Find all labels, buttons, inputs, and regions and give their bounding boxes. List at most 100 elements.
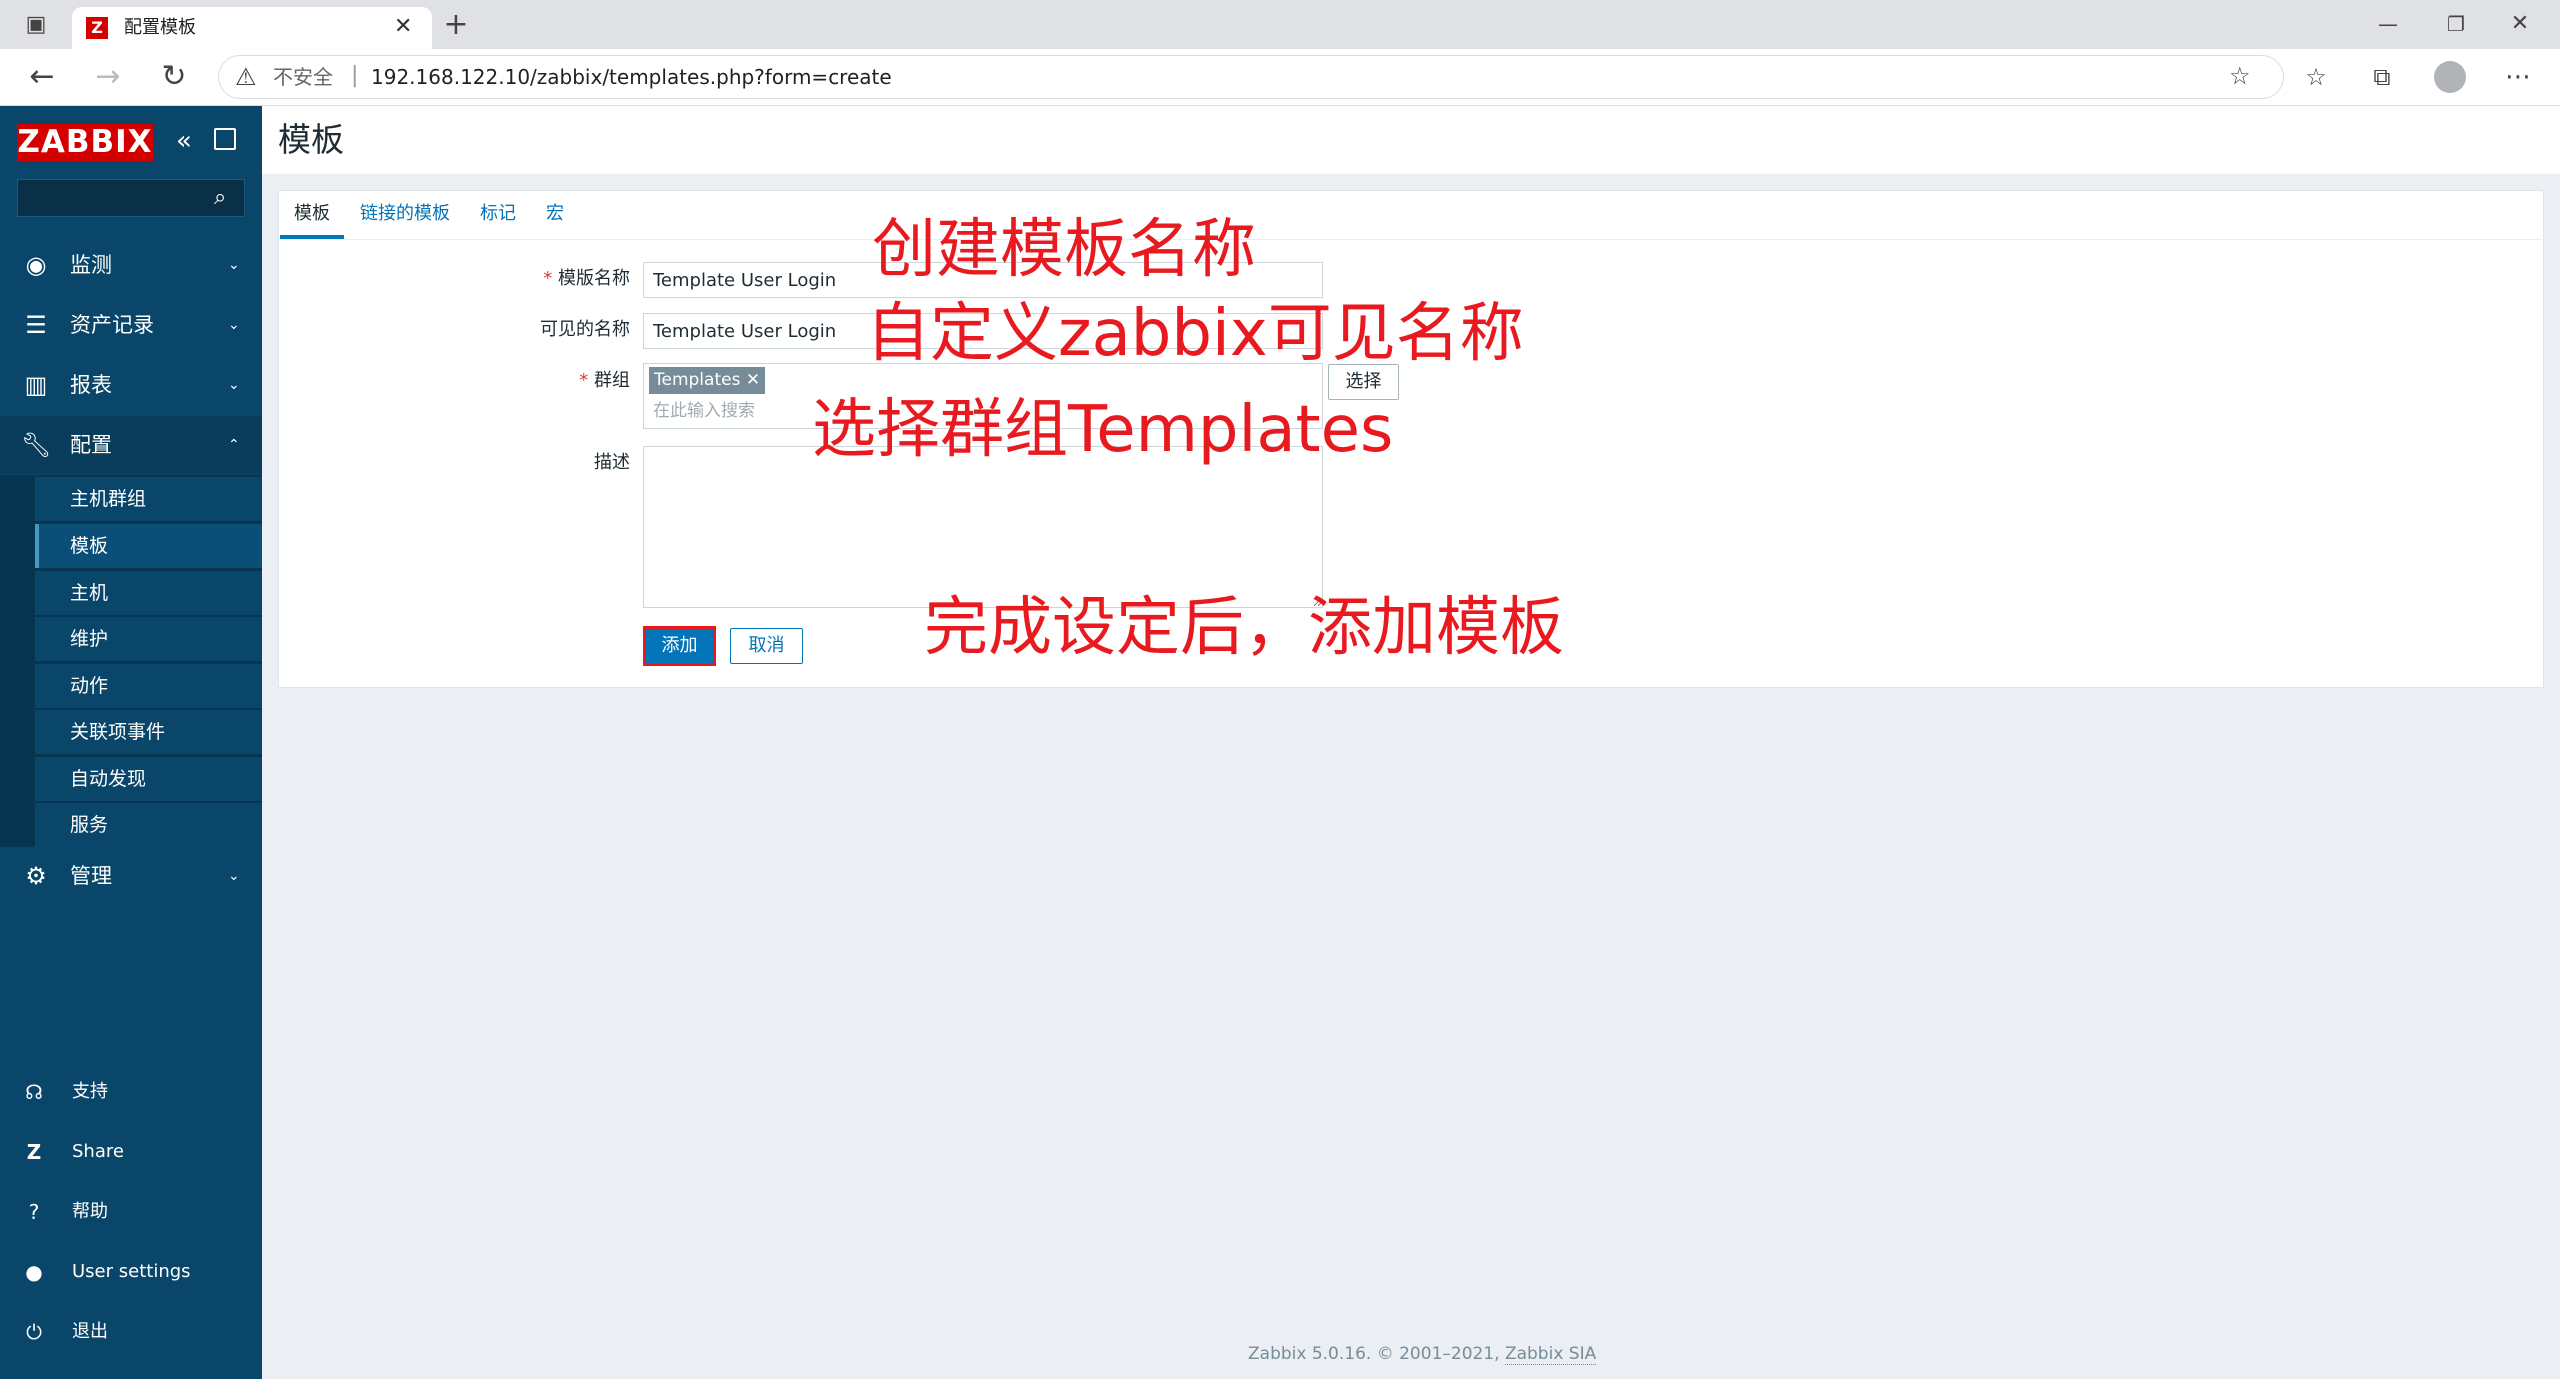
security-label[interactable]: 不安全 [273,65,333,89]
group-chip: Templates ✕ [649,367,766,394]
group-search-placeholder[interactable]: 在此输入搜索 [653,398,755,424]
favorites-icon[interactable]: ☆ [2294,55,2338,99]
submenu-actions[interactable]: 动作 [35,664,262,708]
footer-link[interactable]: Zabbix SIA [1504,1344,1597,1365]
chevron-down-icon: ⌄ [228,317,240,333]
submenu-host-groups[interactable]: 主机群组 [35,477,262,521]
maximize-icon[interactable]: ❐ [2436,2,2476,42]
close-window-icon[interactable]: ✕ [2500,2,2540,42]
forward-icon[interactable]: → [86,55,130,99]
nav-label: 管理 [70,864,112,888]
chevron-down-icon: ⌄ [228,257,240,273]
nav-label: Share [72,1141,124,1162]
nav-label: 配置 [70,433,112,457]
nav-label: User settings [72,1261,191,1282]
sidebar-search-input[interactable]: ⌕ [17,179,245,217]
nav-help[interactable]: ? 帮助 [0,1187,262,1237]
tab-separator [280,239,2542,240]
cancel-button[interactable]: 取消 [730,628,803,664]
nav-label: 支持 [72,1081,108,1102]
hide-sidebar-icon[interactable] [214,128,236,150]
gear-icon: ⚙ [25,862,47,890]
address-bar[interactable]: ⚠ 不安全 | 192.168.122.10/zabbix/templates.… [218,55,2284,99]
nav-monitoring[interactable]: ◉ 监测 ⌄ [0,236,262,294]
tab-title: 配置模板 [124,17,196,38]
annotation-group: 选择群组Templates [812,393,1394,467]
visible-name-label: 可见的名称 [540,319,630,340]
submenu-services[interactable]: 服务 [35,803,262,847]
minimize-icon[interactable]: — [2368,2,2408,42]
remove-chip-icon[interactable]: ✕ [746,370,760,390]
bar-chart-icon: ▥ [24,371,48,399]
required-marker: * [579,370,594,391]
eye-icon: ◉ [25,251,47,279]
chevron-down-icon: ⌄ [228,868,240,884]
nav-label: 退出 [72,1321,108,1342]
nav-sign-out[interactable]: ⏻ 退出 [0,1307,262,1357]
nav-user-settings[interactable]: ● User settings [0,1247,262,1297]
more-menu-icon[interactable]: ⋯ [2496,55,2540,99]
address-separator: | [351,63,359,88]
config-submenu: 主机群组 模板 主机 维护 动作 关联项事件 自动发现 服务 [0,475,262,847]
search-icon[interactable]: ⌕ [214,183,226,213]
question-icon: ? [28,1200,40,1224]
description-label: 描述 [594,452,630,473]
wrench-icon: 🔧︎ [20,431,52,459]
chevron-down-icon: ⌄ [228,377,240,393]
nav-reports[interactable]: ▥ 报表 ⌄ [0,356,262,414]
nav-label: 资产记录 [70,313,154,337]
warning-icon: ⚠ [235,63,257,91]
template-name-label-text: 模版名称 [558,268,630,289]
zabbix-logo[interactable]: ZABBIX [17,124,153,161]
tab-linked-templates[interactable]: 链接的模板 [360,199,450,229]
reload-icon[interactable]: ↻ [152,55,196,99]
list-icon: ☰ [25,311,47,339]
nav-configuration[interactable]: 🔧︎ 配置 ⌃ [0,416,262,474]
submenu-hosts[interactable]: 主机 [35,571,262,615]
page-header [262,106,2560,174]
close-tab-icon[interactable]: ✕ [394,13,412,41]
nav-support[interactable]: ☊ 支持 [0,1067,262,1117]
groups-label-text: 群组 [594,370,630,391]
submenu-maintenance[interactable]: 维护 [35,617,262,661]
back-icon[interactable]: ← [20,55,64,99]
url-text[interactable]: 192.168.122.10/zabbix/templates.php?form… [371,65,892,89]
collections-icon[interactable]: ⧉ [2360,55,2404,99]
collapse-sidebar-icon[interactable]: « [176,126,192,156]
nav-administration[interactable]: ⚙ 管理 ⌄ [0,847,262,905]
tab-actions-icon[interactable]: ▣ [16,3,56,47]
submenu-discovery[interactable]: 自动发现 [35,757,262,801]
favorite-add-icon[interactable]: ☆ [2229,62,2251,90]
browser-tab[interactable]: Z 配置模板 ✕ [72,7,432,49]
tab-tags[interactable]: 标记 [480,199,516,229]
user-icon: ● [25,1260,43,1284]
page-title: 模板 [278,120,344,159]
tab-macros[interactable]: 宏 [546,199,564,229]
group-chip-label: Templates [654,370,741,390]
chevron-up-icon: ⌃ [228,437,240,453]
nav-label: 帮助 [72,1201,108,1222]
footer-text: Zabbix 5.0.16. © 2001–2021, [1248,1344,1505,1364]
template-name-label: * 模版名称 [430,263,630,295]
headset-icon: ☊ [25,1080,43,1104]
required-marker: * [543,268,558,289]
nav-label: 监测 [70,253,112,277]
tab-template[interactable]: 模板 [294,199,330,229]
nav-inventory[interactable]: ☰ 资产记录 ⌄ [0,296,262,354]
annotation-add: 完成设定后，添加模板 [924,591,1564,665]
footer: Zabbix 5.0.16. © 2001–2021, Zabbix SIA [1248,1344,1597,1365]
zabbix-share-icon: Z [26,1140,42,1164]
nav-share[interactable]: Z Share [0,1127,262,1177]
new-tab-icon[interactable]: + [436,3,476,47]
annotation-visible-name: 自定义zabbix可见名称 [866,297,1524,371]
add-button[interactable]: 添加 [643,626,716,666]
description-textarea[interactable] [643,446,1323,608]
power-icon: ⏻ [26,1320,42,1344]
profile-avatar-icon[interactable] [2434,61,2466,93]
submenu-templates[interactable]: 模板 [35,524,262,568]
zabbix-favicon-icon: Z [86,17,108,39]
submenu-event-correlation[interactable]: 关联项事件 [35,710,262,754]
groups-label: * 群组 [430,365,630,397]
nav-label: 报表 [70,373,112,397]
annotation-template-name: 创建模板名称 [872,213,1256,287]
